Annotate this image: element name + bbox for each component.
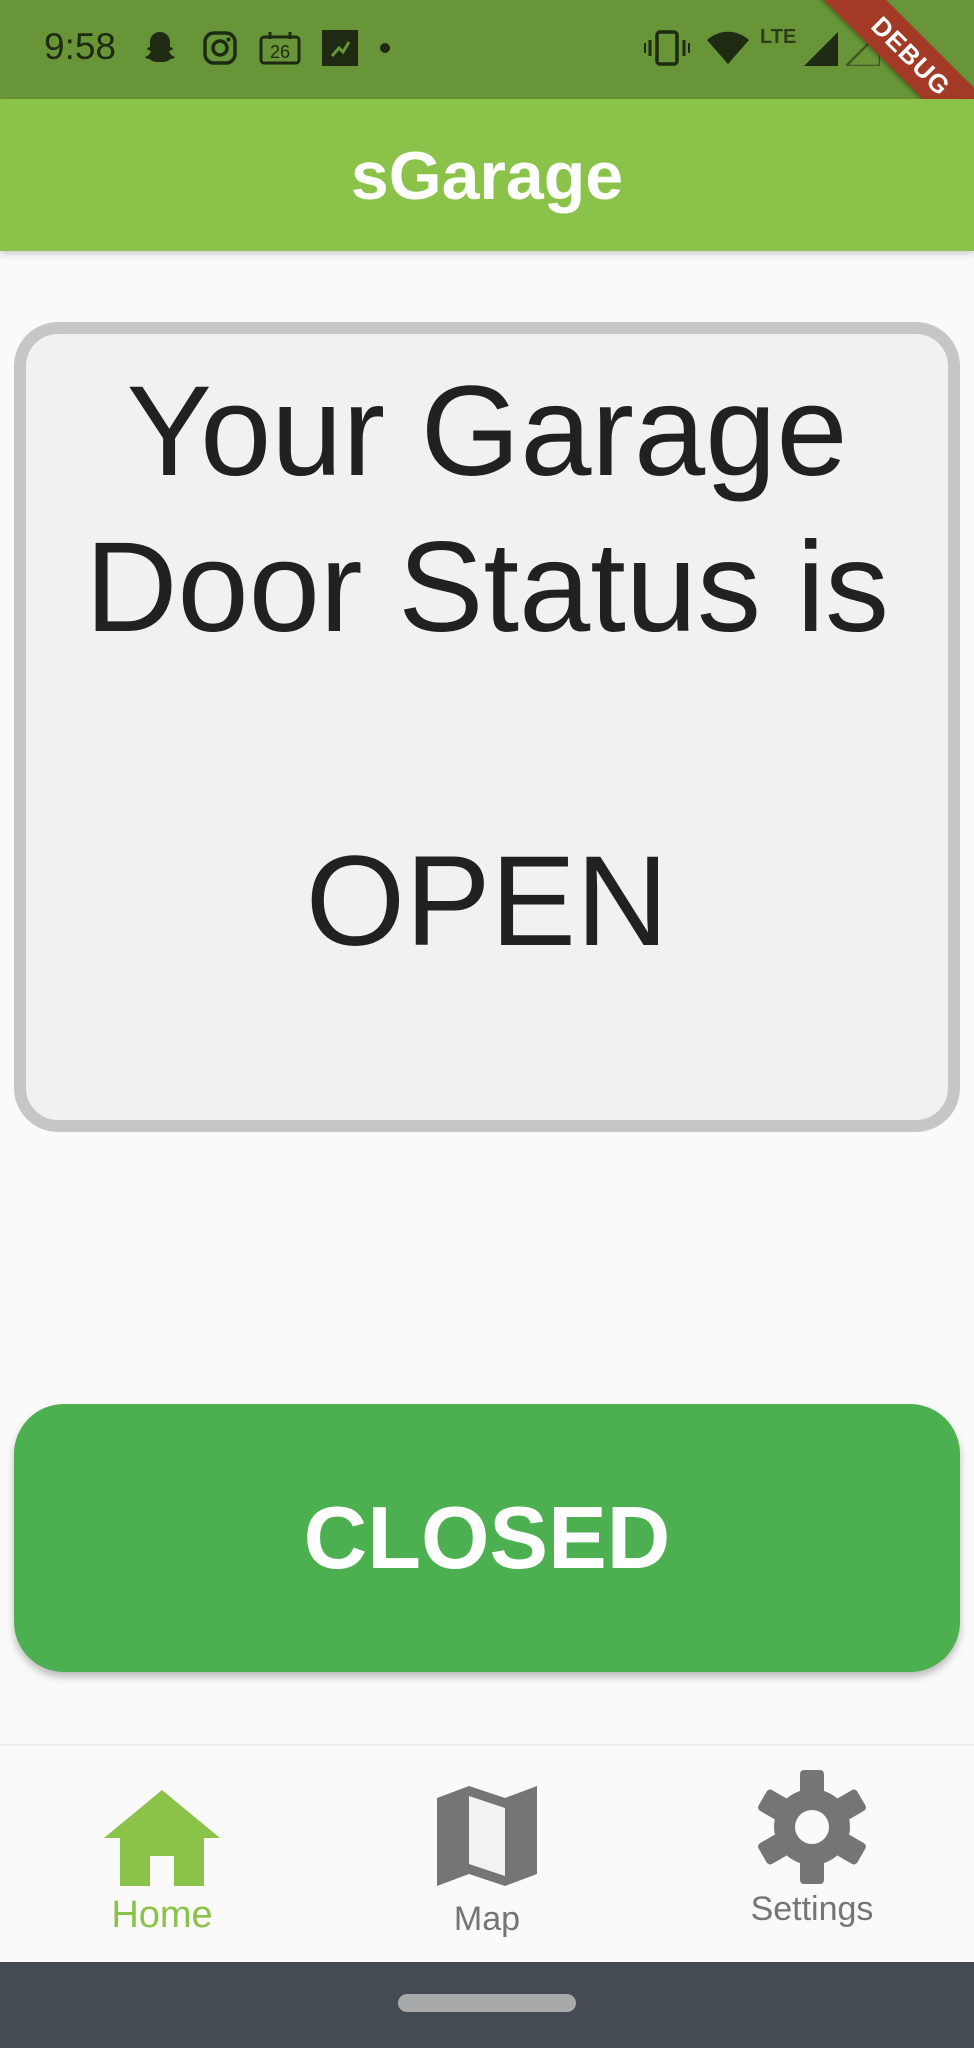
vibrate-icon (644, 30, 690, 66)
app-bar: sGarage (0, 99, 974, 251)
lte-label: LTE (760, 26, 797, 48)
instagram-icon (203, 31, 237, 65)
close-door-button[interactable]: CLOSED (14, 1404, 960, 1672)
system-nav-bar (0, 1962, 974, 2048)
home-gesture-handle[interactable] (398, 1994, 576, 2012)
nav-item-home[interactable]: Home (0, 1746, 324, 1964)
door-status-value: OPEN (305, 830, 669, 973)
nav-label-settings: Settings (750, 1890, 874, 1928)
lte-signal-icon (804, 32, 838, 66)
calendar-day: 26 (270, 42, 290, 62)
dot-icon (380, 43, 390, 53)
app-title: sGarage (350, 138, 624, 214)
status-heading: Your Garage Door Status is (85, 360, 889, 659)
home-icon (104, 1790, 220, 1886)
app-icon (322, 30, 358, 66)
snapchat-icon (145, 32, 175, 62)
nav-item-map[interactable]: Map (325, 1746, 649, 1964)
status-time: 9:58 (44, 26, 117, 67)
nav-item-settings[interactable]: Settings (650, 1746, 974, 1964)
status-bar: 9:58 26 LTE DEBUG (0, 0, 974, 160)
bottom-nav: Home Map Settings (0, 1744, 974, 1962)
map-icon (437, 1786, 537, 1886)
nav-label-home: Home (111, 1894, 213, 1936)
nav-label-map: Map (453, 1900, 521, 1938)
calendar-icon: 26 (259, 32, 301, 65)
wifi-icon (707, 31, 749, 64)
door-status-card: Your Garage Door Status is OPEN (14, 322, 960, 1132)
app-screen: 9:58 26 LTE DEBUG sGarage Your Garage Do… (0, 0, 974, 2048)
settings-icon (758, 1770, 866, 1884)
